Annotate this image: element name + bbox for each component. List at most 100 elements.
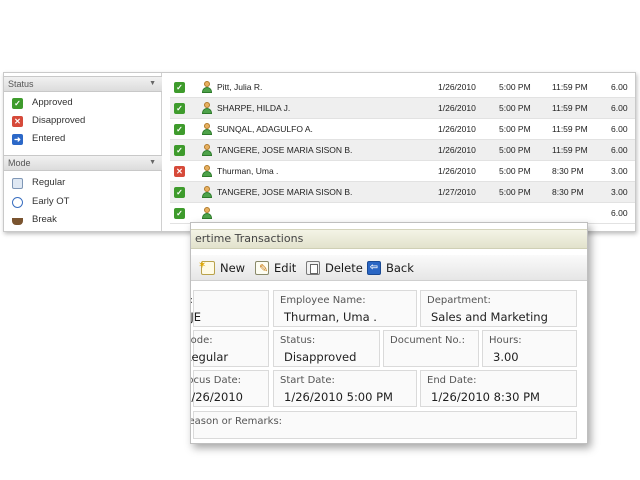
- field-value: Sales and Marketing: [431, 310, 548, 324]
- hours-cell: 6.00: [611, 145, 628, 155]
- field-caption: Hours:: [489, 335, 522, 346]
- filter-disapproved[interactable]: ✕ Disapproved: [12, 113, 157, 129]
- field-caption: D:: [190, 295, 194, 306]
- employee-name: TANGERE, JOSE MARIA SISON B.: [217, 187, 353, 197]
- end-time-cell: 11:59 PM: [552, 82, 588, 92]
- table-row[interactable]: ✕ Thurman, Uma . 1/26/2010 5:00 PM 8:30 …: [170, 161, 635, 182]
- hours-cell: 6.00: [611, 82, 628, 92]
- check-icon: ✓: [12, 98, 23, 109]
- department-field[interactable]: Department: Sales and Marketing: [420, 290, 577, 327]
- end-time-cell: 11:59 PM: [552, 124, 588, 134]
- table-row[interactable]: ✓ Pitt, Julia R. 1/26/2010 5:00 PM 11:59…: [170, 77, 635, 98]
- employee-name: TANGERE, JOSE MARIA SISON B.: [217, 145, 353, 155]
- field-caption: End Date:: [427, 375, 477, 386]
- end-date-field[interactable]: End Date: 1/26/2010 8:30 PM: [420, 370, 577, 407]
- back-label: Back: [386, 261, 414, 275]
- id-field[interactable]: D: LJE: [190, 290, 269, 327]
- mode-field[interactable]: Mode: Regular: [190, 330, 269, 367]
- hours-cell: 6.00: [611, 103, 628, 113]
- x-icon: ✕: [12, 116, 23, 127]
- field-value: Regular: [191, 350, 229, 364]
- table-row[interactable]: ✓ TANGERE, JOSE MARIA SISON B. 1/26/2010…: [170, 140, 635, 161]
- employee-name-field[interactable]: Employee Name: Thurman, Uma .: [273, 290, 417, 327]
- person-icon: [202, 207, 212, 219]
- back-arrow-icon: ⇦: [367, 261, 381, 275]
- table-row[interactable]: ✓ 6.00: [170, 203, 635, 224]
- hours-cell: 3.00: [611, 166, 628, 176]
- delete-label: Delete: [325, 261, 363, 275]
- person-icon: [202, 81, 212, 93]
- card-title: ertime Transactions: [191, 229, 587, 249]
- filter-regular[interactable]: Regular: [12, 175, 157, 191]
- field-caption: Reason or Remarks:: [190, 416, 283, 427]
- table-row[interactable]: ✓ TANGERE, JOSE MARIA SISON B. 1/27/2010…: [170, 182, 635, 203]
- chevron-down-icon[interactable]: ▼: [149, 156, 156, 170]
- disapproved-icon: ✕: [174, 166, 185, 177]
- field-value: Disapproved: [284, 350, 357, 364]
- field-value: Thurman, Uma .: [284, 310, 377, 324]
- field-caption: Status:: [280, 335, 316, 346]
- end-time-cell: 11:59 PM: [552, 145, 588, 155]
- filter-label: Entered: [32, 133, 66, 144]
- employee-name: SHARPE, HILDA J.: [217, 103, 291, 113]
- approved-icon: ✓: [174, 208, 185, 219]
- filter-pane: Status ▼ ✓ Approved ✕ Disapproved ➜ Ente…: [4, 73, 162, 231]
- edit-label: Edit: [274, 261, 297, 275]
- filter-early-ot[interactable]: Early OT: [12, 194, 157, 210]
- filter-label: Regular: [32, 177, 66, 188]
- field-caption: Department:: [427, 295, 491, 306]
- person-icon: [202, 123, 212, 135]
- field-value: 1/26/2010: [191, 390, 243, 404]
- filter-label: Disapproved: [32, 115, 86, 126]
- field-caption: Employee Name:: [280, 295, 366, 306]
- end-time-cell: 11:59 PM: [552, 103, 588, 113]
- date-cell: 1/26/2010: [438, 103, 476, 113]
- filter-break[interactable]: Break: [12, 212, 157, 228]
- approved-icon: ✓: [174, 124, 185, 135]
- chevron-down-icon[interactable]: ▼: [149, 77, 156, 91]
- hours-cell: 6.00: [611, 208, 628, 218]
- date-cell: 1/26/2010: [438, 166, 476, 176]
- date-cell: 1/27/2010: [438, 187, 476, 197]
- start-date-field[interactable]: Start Date: 1/26/2010 5:00 PM: [273, 370, 417, 407]
- focus-date-field[interactable]: Focus Date: 1/26/2010: [191, 370, 269, 407]
- mode-group-header[interactable]: Mode ▼: [4, 155, 162, 171]
- cup-icon: [12, 218, 23, 225]
- employee-name: Thurman, Uma .: [217, 166, 279, 176]
- filter-entered[interactable]: ➜ Entered: [12, 131, 157, 147]
- mode-group-label: Mode: [8, 158, 31, 168]
- start-time-cell: 5:00 PM: [499, 82, 531, 92]
- person-icon: [202, 144, 212, 156]
- field-value: 1/26/2010 8:30 PM: [431, 390, 540, 404]
- hours-field[interactable]: Hours: 3.00: [482, 330, 577, 367]
- document-no-field[interactable]: Document No.:: [383, 330, 479, 367]
- transactions-grid: ✓ Pitt, Julia R. 1/26/2010 5:00 PM 11:59…: [170, 77, 635, 231]
- start-time-cell: 5:00 PM: [499, 187, 531, 197]
- start-time-cell: 5:00 PM: [499, 166, 531, 176]
- date-cell: 1/26/2010: [438, 145, 476, 155]
- date-cell: 1/26/2010: [438, 124, 476, 134]
- filter-approved[interactable]: ✓ Approved: [12, 95, 157, 111]
- employee-name: Pitt, Julia R.: [217, 82, 263, 92]
- approved-icon: ✓: [174, 187, 185, 198]
- status-field[interactable]: Status: Disapproved: [273, 330, 380, 367]
- regular-icon: [12, 178, 23, 189]
- overtime-transaction-card: ertime Transactions New Edit Delete ⇦ Ba…: [190, 222, 588, 444]
- filter-label: Approved: [32, 97, 73, 108]
- person-icon: [202, 165, 212, 177]
- end-time-cell: 8:30 PM: [552, 187, 584, 197]
- status-group-header[interactable]: Status ▼: [4, 76, 162, 92]
- field-value: 1/26/2010 5:00 PM: [284, 390, 393, 404]
- clock-icon: [12, 197, 23, 208]
- table-row[interactable]: ✓ SHARPE, HILDA J. 1/26/2010 5:00 PM 11:…: [170, 98, 635, 119]
- field-caption: Document No.:: [390, 335, 465, 346]
- hours-cell: 6.00: [611, 124, 628, 134]
- field-caption: Focus Date:: [191, 375, 242, 386]
- table-row[interactable]: ✓ SUNQAL, ADAGULFO A. 1/26/2010 5:00 PM …: [170, 119, 635, 140]
- field-caption: Mode:: [190, 335, 213, 346]
- toolbar: New Edit Delete ⇦ Back: [191, 255, 587, 281]
- person-icon: [202, 102, 212, 114]
- approved-icon: ✓: [174, 103, 185, 114]
- reason-remarks-field[interactable]: Reason or Remarks:: [190, 411, 577, 439]
- new-label: New: [220, 261, 246, 275]
